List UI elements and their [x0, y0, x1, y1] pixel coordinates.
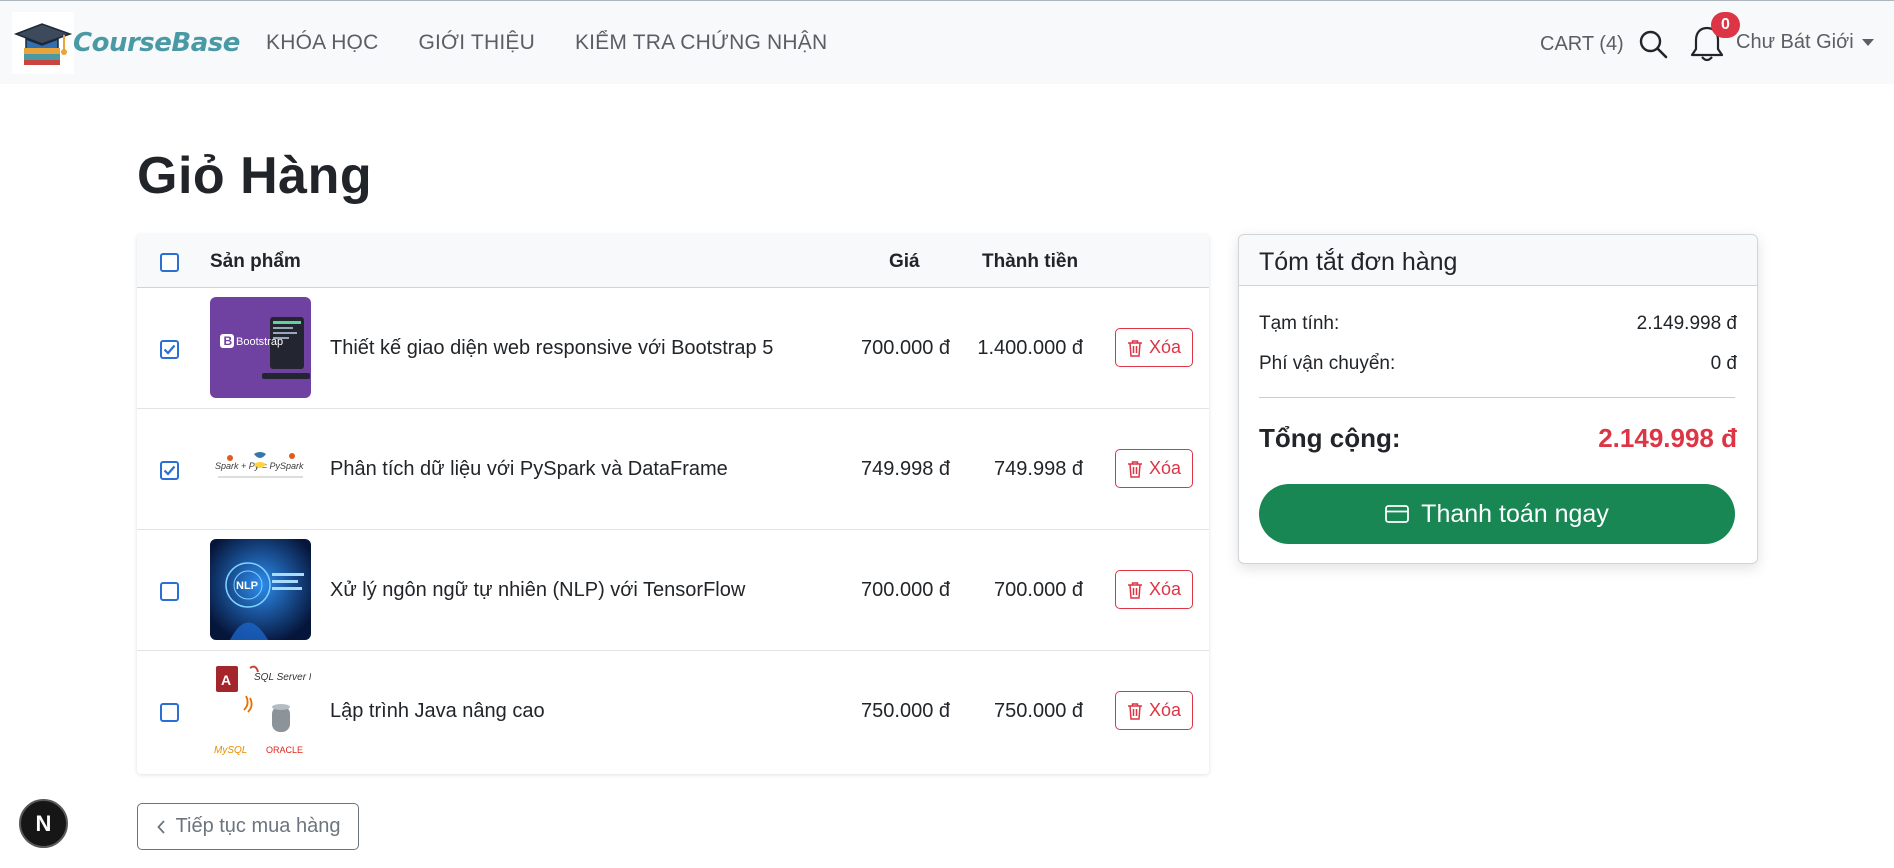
brand[interactable]: CourseBase	[12, 12, 240, 74]
brand-name: CourseBase	[73, 28, 240, 58]
product-price: 750.000 đ	[861, 700, 950, 722]
row-checkbox[interactable]	[160, 340, 179, 359]
user-name: Chư Bát Giới	[1736, 31, 1854, 53]
check-icon	[163, 465, 176, 476]
user-menu-dropdown[interactable]: Chư Bát Giới	[1736, 31, 1874, 54]
dev-tools-badge[interactable]: N	[19, 799, 68, 848]
product-line-total: 750.000 đ	[994, 700, 1083, 722]
row-checkbox[interactable]	[160, 461, 179, 480]
checkout-button-label: Thanh toán ngay	[1421, 499, 1609, 528]
product-line-total: 1.400.000 đ	[977, 337, 1083, 359]
continue-shopping-label: Tiếp tục mua hàng	[175, 815, 341, 837]
table-row: NLP Xử lý ngôn ngữ tự nhiên (NLP) với Te…	[137, 530, 1209, 651]
product-price: 749.998 đ	[861, 458, 950, 480]
course-thumbnail: A SQL Server MySQL ORACLE MySQL ORACLE	[210, 660, 311, 761]
row-checkbox[interactable]	[160, 582, 179, 601]
svg-text:B: B	[224, 334, 233, 348]
delete-item-label: Xóa	[1148, 337, 1182, 357]
order-summary-card: Tóm tắt đơn hàng Tạm tính: 2.149.998 đ P…	[1238, 234, 1758, 564]
trash-icon	[1127, 702, 1142, 720]
svg-text:NLP: NLP	[236, 580, 258, 592]
cart-link[interactable]: CART (4)	[1540, 33, 1624, 56]
continue-shopping-button[interactable]: Tiếp tục mua hàng	[137, 803, 359, 850]
course-thumbnail: NLP	[210, 539, 311, 640]
svg-text:MySQL: MySQL	[214, 745, 247, 756]
bootstrap-course-image: B Bootstrap	[210, 297, 311, 398]
caret-down-icon	[1861, 39, 1874, 46]
subtotal-label: Tạm tính:	[1259, 313, 1340, 334]
svg-text:Bootstrap: Bootstrap	[236, 336, 283, 348]
svg-text:A: A	[221, 672, 231, 688]
shipping-label: Phí vận chuyển:	[1259, 353, 1396, 374]
trash-icon	[1127, 581, 1142, 599]
table-row: B Bootstrap Thiết kế giao diện web respo…	[137, 288, 1209, 409]
product-line-total: 700.000 đ	[994, 579, 1083, 601]
delete-item-button[interactable]: Xóa	[1115, 328, 1193, 367]
product-name[interactable]: Xử lý ngôn ngữ tự nhiên (NLP) với Tensor…	[330, 579, 745, 602]
row-checkbox[interactable]	[160, 703, 179, 722]
grand-total-value: 2.149.998 đ	[1598, 423, 1737, 453]
cart-table: Sản phẩm Giá Thành tiền B Bootstrap Thiế…	[137, 234, 1209, 774]
order-summary-header: Tóm tắt đơn hàng	[1239, 235, 1757, 286]
table-row: Spark + Py = PySpark Phân tích dữ liệu v…	[137, 409, 1209, 530]
delete-item-button[interactable]: Xóa	[1115, 691, 1193, 730]
column-header-total: Thành tiền	[982, 251, 1079, 272]
delete-item-label: Xóa	[1148, 458, 1182, 478]
nav-item-courses[interactable]: KHÓA HỌC	[266, 31, 378, 55]
svg-text:SQL Server MySQL ORACLE: SQL Server MySQL ORACLE	[254, 672, 311, 683]
check-icon	[163, 344, 176, 355]
subtotal-value: 2.149.998 đ	[1636, 313, 1737, 334]
delete-item-label: Xóa	[1148, 579, 1182, 599]
order-summary-title: Tóm tắt đơn hàng	[1259, 248, 1458, 276]
table-row: A SQL Server MySQL ORACLE MySQL ORACLE L…	[137, 651, 1209, 772]
checkout-button[interactable]: Thanh toán ngay	[1259, 484, 1735, 544]
delete-item-button[interactable]: Xóa	[1115, 449, 1193, 488]
shipping-value: 0 đ	[1710, 353, 1737, 374]
select-all-checkbox[interactable]	[160, 253, 179, 272]
product-name[interactable]: Phân tích dữ liệu với PySpark và DataFra…	[330, 458, 728, 481]
trash-icon	[1127, 339, 1142, 357]
graduation-cap-logo-icon	[12, 12, 74, 74]
product-price: 700.000 đ	[861, 337, 950, 359]
course-thumbnail: B Bootstrap	[210, 297, 311, 398]
credit-card-icon	[1385, 505, 1410, 523]
nav-item-about[interactable]: GIỚI THIỆU	[418, 31, 534, 55]
nav-item-certification[interactable]: KIỂM TRA CHỨNG NHẬN	[575, 31, 827, 55]
product-name[interactable]: Lập trình Java nâng cao	[330, 700, 545, 723]
java-course-image: A SQL Server MySQL ORACLE MySQL ORACLE	[210, 660, 311, 761]
delete-item-label: Xóa	[1148, 700, 1182, 720]
delete-item-button[interactable]: Xóa	[1115, 570, 1193, 609]
column-header-price: Giá	[889, 251, 920, 272]
page-title: Giỏ Hàng	[137, 147, 373, 205]
table-header: Sản phẩm Giá Thành tiền	[137, 234, 1209, 288]
chevron-left-icon	[156, 819, 165, 834]
search-icon[interactable]	[1638, 29, 1668, 59]
course-thumbnail: Spark + Py = PySpark	[210, 418, 311, 519]
nlp-course-image: NLP	[210, 539, 311, 640]
svg-text:ORACLE: ORACLE	[266, 745, 303, 755]
summary-divider	[1259, 397, 1735, 398]
column-header-product: Sản phẩm	[210, 251, 301, 272]
top-navbar: CourseBase KHÓA HỌC GIỚI THIỆU KIỂM TRA …	[0, 0, 1894, 84]
trash-icon	[1127, 460, 1142, 478]
main-nav: KHÓA HỌC GIỚI THIỆU KIỂM TRA CHỨNG NHẬN	[266, 31, 827, 55]
pyspark-course-image: Spark + Py = PySpark	[210, 418, 311, 519]
product-name[interactable]: Thiết kế giao diện web responsive với Bo…	[330, 337, 773, 360]
product-price: 700.000 đ	[861, 579, 950, 601]
product-line-total: 749.998 đ	[994, 458, 1083, 480]
grand-total-label: Tổng cộng:	[1259, 423, 1401, 453]
